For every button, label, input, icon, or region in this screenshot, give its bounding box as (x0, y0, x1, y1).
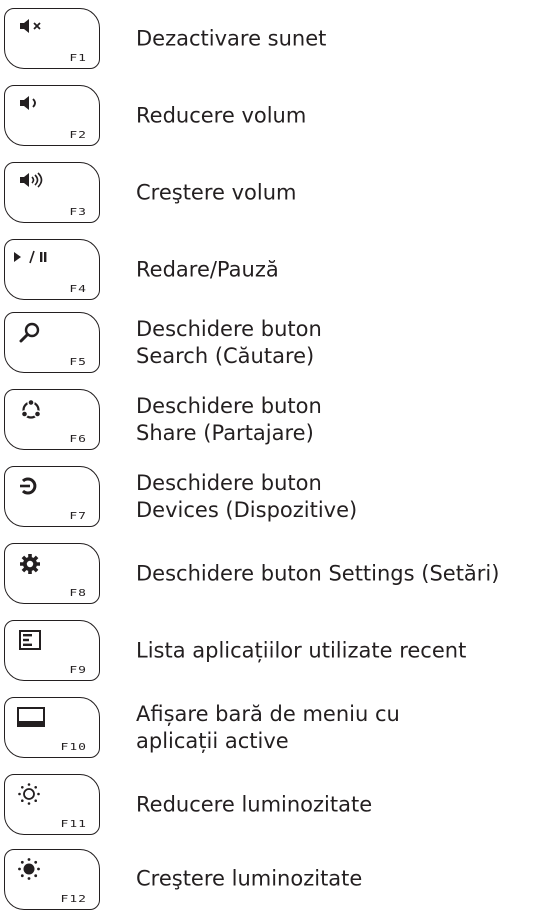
volume-high-icon (19, 172, 47, 188)
function-description: Lista aplicațiilor utilizate recent (136, 637, 466, 664)
function-key-f6: F6 (4, 389, 100, 450)
function-description: Afișare bară de meniu cu aplicații activ… (136, 701, 400, 755)
function-key-f9: F9 (4, 620, 100, 681)
description-line: Devices (Dispozitive) (136, 497, 358, 522)
function-key-label: F3 (69, 207, 87, 218)
function-key-f12: F12 (4, 849, 100, 910)
app-bar-icon (17, 707, 45, 727)
function-key-f7: F7 (4, 466, 100, 527)
function-key-f11: F11 (4, 774, 100, 835)
function-key-label: F6 (69, 434, 87, 445)
function-key-f1: F1 (4, 8, 100, 69)
description-line: Deschidere buton (136, 470, 322, 495)
function-key-row: F2 Reducere volum (0, 81, 557, 150)
function-description: Redare/Pauză (136, 256, 279, 283)
function-key-row: F6 Deschidere buton Share (Partajare) (0, 385, 557, 454)
function-key-label: F12 (60, 894, 87, 905)
function-description: Deschidere buton Search (Căutare) (136, 316, 322, 370)
function-description: Deschidere buton Settings (Setări) (136, 560, 499, 587)
function-key-f4: F4 (4, 239, 100, 300)
function-description: Deschidere buton Share (Partajare) (136, 393, 322, 447)
brightness-down-icon (17, 782, 41, 806)
function-key-label: F2 (69, 130, 87, 141)
function-key-row: F4 Redare/Pauză (0, 235, 557, 304)
function-key-label: F7 (69, 511, 87, 522)
description-line: Deschidere buton (136, 393, 322, 418)
function-key-f8: F8 (4, 543, 100, 604)
function-description: Reducere luminozitate (136, 791, 372, 818)
function-key-row: F12 Creştere luminozitate (0, 847, 557, 911)
function-key-label: F1 (69, 53, 87, 64)
function-key-row: F3 Creştere volum (0, 158, 557, 227)
description-line: Creştere luminozitate (136, 866, 363, 891)
function-key-label: F9 (69, 665, 87, 676)
description-line: Search (Căutare) (136, 343, 315, 368)
description-line: Reducere volum (136, 103, 307, 127)
play-pause-icon (13, 249, 49, 265)
description-line: Deschidere buton Settings (Setări) (136, 561, 500, 585)
description-line: Reducere luminozitate (136, 792, 373, 816)
function-description: Deschidere buton Devices (Dispozitive) (136, 470, 357, 524)
function-key-row: F9 Lista aplicațiilor utilizate recent (0, 616, 557, 685)
speaker-muted-icon (19, 18, 47, 34)
description-line: Deschidere buton (136, 316, 322, 341)
description-line: aplicații active (136, 728, 289, 753)
function-key-row: F11 Reducere luminozitate (0, 770, 557, 839)
search-icon (19, 322, 41, 344)
function-key-row: F5 Deschidere buton Search (Căutare) (0, 308, 557, 377)
function-description: Creştere volum (136, 179, 297, 206)
function-key-f5: F5 (4, 312, 100, 373)
function-key-f2: F2 (4, 85, 100, 146)
description-line: Creştere volum (136, 180, 297, 204)
function-key-label: F8 (69, 588, 87, 599)
function-key-label: F10 (60, 742, 87, 753)
gear-icon (19, 553, 41, 575)
description-line: Redare/Pauză (136, 257, 279, 281)
function-key-label: F4 (69, 284, 87, 295)
share-icon (19, 399, 43, 421)
function-key-row: F1 Dezactivare sunet (0, 4, 557, 73)
function-description: Dezactivare sunet (136, 25, 326, 52)
description-line: Lista aplicațiilor utilizate recent (136, 638, 467, 662)
function-description: Creştere luminozitate (136, 866, 362, 893)
brightness-up-icon (17, 857, 41, 881)
description-line: Afișare bară de meniu cu (136, 701, 400, 726)
recent-apps-icon (19, 630, 41, 650)
function-key-f10: F10 (4, 697, 100, 758)
description-line: Dezactivare sunet (136, 26, 327, 50)
devices-icon (19, 476, 41, 496)
function-key-label: F5 (69, 357, 87, 368)
function-key-f3: F3 (4, 162, 100, 223)
description-line: Share (Partajare) (136, 420, 314, 445)
function-key-row: F10 Afișare bară de meniu cu aplicații a… (0, 693, 557, 762)
function-key-row: F8 Deschidere buton Settings (Setări) (0, 539, 557, 608)
function-description: Reducere volum (136, 102, 306, 129)
function-key-label: F11 (60, 819, 87, 830)
volume-low-icon (19, 95, 47, 111)
function-key-row: F7 Deschidere buton Devices (Dispozitive… (0, 462, 557, 531)
